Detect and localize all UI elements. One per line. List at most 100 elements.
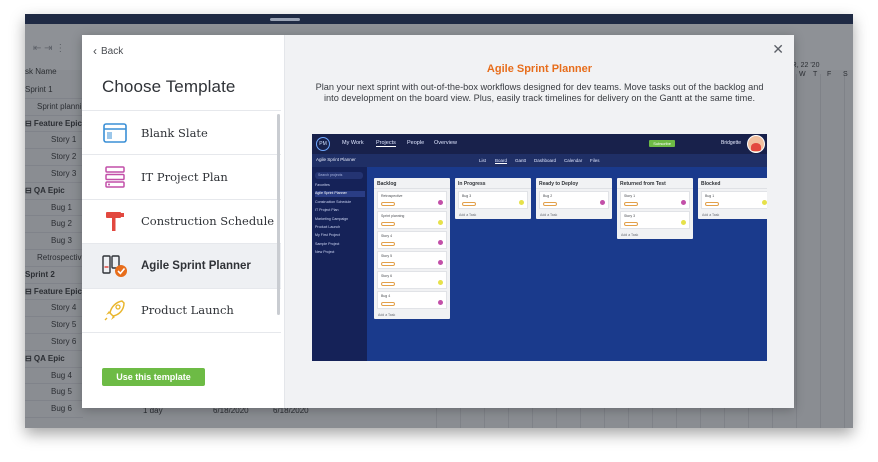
preview-card-avatar [438,280,443,285]
preview-subscribe-badge: Subscribe [649,140,675,147]
preview-card-title: Bug 1 [705,194,715,198]
preview-sidebar-item: New Project [315,250,335,255]
preview-add-task: Add a Task [621,233,639,237]
template-item-construction-schedule[interactable]: Construction Schedule [82,198,281,243]
indent-icon: ⇤ ⇥ ⋮ [33,43,66,54]
task-row: Story 4 [25,300,83,318]
preview-tab: Gantt [515,158,527,163]
preview-tab: Dashboard [534,158,557,163]
preview-board-column: Returned from Test Story 1 Story 3 Add a Ta… [617,178,693,239]
preview-card-avatar [600,200,605,205]
preview-sidebar-item: Construction Schedule [315,199,352,204]
preview-tab: Files [590,158,600,163]
page-title: Choose Template [102,77,236,96]
task-name-header: sk Name [25,67,57,76]
preview-card-avatar [438,240,443,245]
template-item-product-launch[interactable]: Product Launch [82,287,281,332]
preview-task-card: Story 5 [377,251,447,269]
preview-project-name: Agile Sprint Planner [316,157,356,162]
task-row: Bug 1 [25,200,83,217]
preview-sidebar-item: Agile Sprint Planner [315,191,365,198]
task-row: Story 3 [25,166,83,183]
preview-avatar [747,135,765,153]
preview-card-title: Story 6 [381,274,393,278]
task-row: Bug 5 [25,384,83,402]
preview-nav-item: Overview [434,140,457,146]
preview-task-card: Retrospective [377,191,447,209]
use-this-template-button[interactable]: Use this template [102,368,205,386]
blank-slate-icon [102,120,128,146]
template-label: Product Launch [141,303,234,318]
preview-card-avatar [681,220,686,225]
preview-card-tag [705,202,719,206]
preview-board-column: Backlog Retrospective Sprint planning Story… [374,178,450,319]
template-list: Blank Slate IT Project Plan Construction… [82,110,281,344]
preview-card-tag [624,222,638,226]
template-item-blank-slate[interactable]: Blank Slate [82,110,281,154]
template-item-it-project-plan[interactable]: IT Project Plan [82,154,281,198]
task-row: Story 6 [25,334,83,351]
preview-tab: List [479,158,487,163]
preview-column-title: Blocked [698,178,767,189]
preview-card-tag [381,242,395,246]
task-row: Sprint 2 [25,267,83,284]
it-project-icon [102,164,128,190]
close-icon[interactable]: ✕ [772,41,784,58]
template-label: Agile Sprint Planner [141,259,251,272]
preview-navbar: PM My Work Projects People Overview Subs… [312,134,767,154]
preview-card-title: Story 5 [381,254,393,258]
hammer-icon [102,208,128,234]
preview-add-task: Add a Task [378,313,396,317]
back-label: Back [101,45,124,57]
preview-task-card: Sprint planning [377,211,447,229]
preview-sidebar-item: My First Project [315,233,340,238]
preview-card-tag [381,282,395,286]
preview-task-card: Bug 1 [701,191,767,209]
screenshot-stage: ⇤ ⇥ ⋮ sk Name Sprint 1 Sprint planni ⊟ Fea… [0,0,878,462]
calendar-day: F [827,71,832,78]
preview-sidebar-item: IT Project Plan [315,208,339,213]
preview-board-column: In Progress Bug 3 Add a Task [455,178,531,219]
template-preview-image: PM My Work Projects People Overview Subs… [312,134,767,361]
drag-handle [270,18,300,21]
task-row: Bug 2 [25,216,83,234]
gantt-calendar-header: AR, 22 '20 W T F S [787,62,853,78]
preview-card-tag [381,202,395,206]
preview-task-card: Bug 3 [458,191,528,209]
preview-card-avatar [519,200,524,205]
template-item-agile-sprint-planner[interactable]: Agile Sprint Planner [82,243,281,288]
preview-card-title: Bug 3 [462,194,472,198]
preview-card-avatar [438,260,443,265]
back-button[interactable]: ‹ Back [93,44,123,58]
preview-card-avatar [681,200,686,205]
task-row: Bug 3 [25,233,83,250]
task-row: Story 5 [25,317,83,334]
agile-sprint-icon [102,253,128,279]
template-list-panel: ‹ Back Choose Template Blank Slate IT Pr… [82,35,285,408]
task-row: ⊟ QA Epic [25,351,83,368]
task-row: ⊟ QA Epic [25,183,83,200]
task-row: ⊟ Feature Epic [25,116,83,133]
preview-add-task: Add a Task [702,213,720,217]
task-row: Bug 6 [25,401,83,418]
task-row: Sprint planni [25,99,83,116]
choose-template-modal: ‹ Back Choose Template Blank Slate IT Pr… [82,35,794,408]
preview-card-tag [381,302,395,306]
scrollbar[interactable] [277,114,280,315]
calendar-day: W [799,71,806,78]
task-row: ⊟ Feature Epic [25,284,83,301]
preview-card-avatar [762,200,767,205]
template-label: Blank Slate [141,125,208,140]
preview-column-title: Returned from Test [617,178,693,189]
preview-card-tag [543,202,557,206]
preview-card-tag [381,262,395,266]
preview-card-tag [462,202,476,206]
preview-card-title: Bug 2 [543,194,553,198]
template-label: Construction Schedule [141,214,275,229]
calendar-day: S [843,71,848,78]
preview-board-column: Blocked Bug 1 Add a Task [698,178,767,219]
preview-card-title: Bug 4 [381,294,391,298]
preview-tab: Calendar [564,158,583,163]
preview-sidebar-item: Sample Project [315,241,340,246]
preview-sidebar-item: Marketing Campaign [315,216,349,221]
